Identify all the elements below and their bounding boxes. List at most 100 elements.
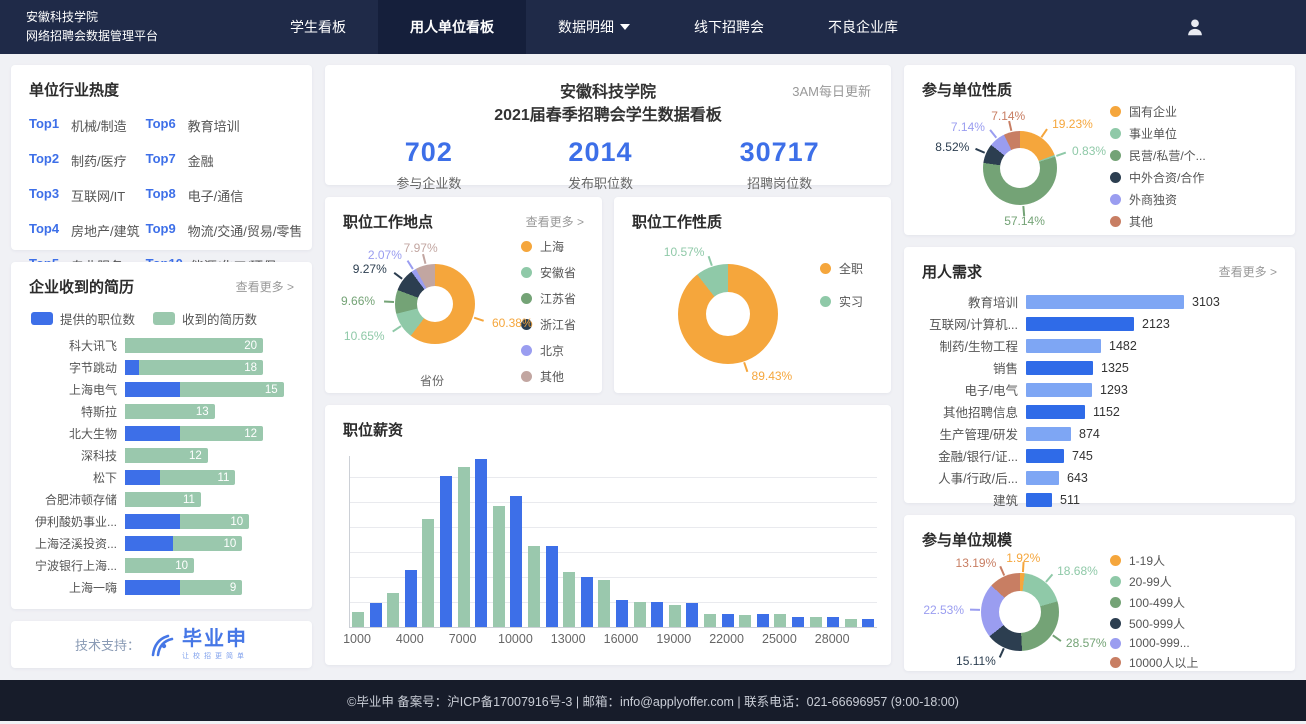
demand-category-label: 互联网/计算机... (922, 314, 1026, 333)
legend-item[interactable]: 500-999人 (1110, 615, 1277, 632)
histogram-bar[interactable] (616, 600, 628, 627)
received-resumes-segment: 18 (139, 360, 263, 375)
legend-item[interactable]: 民营/私营/个... (1110, 147, 1277, 164)
x-axis-tick-label: 7000 (449, 632, 477, 646)
job-location-more-link[interactable]: 查看更多 > (526, 213, 584, 230)
legend-item[interactable]: 北京 (521, 342, 584, 359)
stacked-bar[interactable]: 20 (125, 338, 263, 353)
job-nature-donut[interactable]: 89.43%10.57% (632, 234, 820, 386)
job-location-donut[interactable]: 60.38%10.65%9.66%9.27%2.07%7.97% (343, 234, 521, 372)
legend-item[interactable]: 1000-999... (1110, 636, 1277, 650)
demand-bar[interactable] (1026, 295, 1184, 309)
histogram-bar[interactable] (686, 603, 698, 627)
histogram-bar[interactable] (739, 615, 751, 627)
demand-bar[interactable] (1026, 361, 1093, 375)
histogram-bar[interactable] (651, 602, 663, 627)
stacked-bar[interactable]: 11 (125, 470, 235, 485)
histogram-bar[interactable] (546, 546, 558, 627)
histogram-bar[interactable] (370, 603, 382, 627)
stacked-bar[interactable]: 10 (125, 514, 249, 529)
nav-item[interactable]: 线下招聘会 (662, 0, 796, 54)
histogram-bar[interactable] (704, 614, 716, 627)
legend-item[interactable]: 上海 (521, 238, 584, 255)
legend-item[interactable]: 事业单位 (1110, 125, 1277, 142)
histogram-bar[interactable] (352, 612, 364, 627)
navbar: 安徽科技学院 网络招聘会数据管理平台 学生看板用人单位看板数据明细线下招聘会不良… (0, 0, 1306, 54)
stacked-bar[interactable]: 18 (125, 360, 263, 375)
legend-item[interactable]: 外商独资 (1110, 191, 1277, 208)
card-industry-heat: 单位行业热度 Top1机械/制造Top2制药/医疗Top3互联网/ITTop4房… (11, 65, 312, 250)
slice-percent-label: 22.53% (923, 603, 964, 617)
histogram-bar[interactable] (862, 619, 874, 627)
stacked-bar[interactable]: 10 (125, 536, 242, 551)
legend-item[interactable]: 20-99人 (1110, 573, 1277, 590)
org-size-donut[interactable]: 1.92%18.68%28.57%15.11%22.53%13.19% (922, 552, 1110, 670)
demand-bar[interactable] (1026, 339, 1101, 353)
nav-item[interactable]: 不良企业库 (796, 0, 930, 54)
legend-item[interactable]: 安徽省 (521, 264, 584, 281)
legend-item[interactable]: 实习 (820, 293, 873, 310)
nav-item[interactable]: 学生看板 (258, 0, 378, 54)
legend-item[interactable]: 收到的简历数 (153, 309, 257, 328)
demand-bar[interactable] (1026, 449, 1064, 463)
histogram-bar[interactable] (493, 506, 505, 627)
histogram-bar[interactable] (669, 605, 681, 627)
histogram-bar[interactable] (581, 577, 593, 627)
legend-item[interactable]: 中外合资/合作 (1110, 169, 1277, 186)
histogram-bar[interactable] (422, 519, 434, 627)
stacked-bar[interactable]: 12 (125, 448, 208, 463)
nav-item[interactable]: 数据明细 (526, 0, 662, 54)
histogram-bar[interactable] (458, 467, 470, 627)
histogram-bar[interactable] (774, 614, 786, 627)
salary-x-labels: 1000400070001000013000160001900022000250… (349, 628, 877, 646)
histogram-bar[interactable] (757, 614, 769, 627)
histogram-bar[interactable] (598, 580, 610, 627)
stacked-bar[interactable]: 10 (125, 558, 194, 573)
stacked-bar[interactable]: 9 (125, 580, 242, 595)
resumes-more-link[interactable]: 查看更多 > (236, 278, 294, 295)
demand-bar[interactable] (1026, 383, 1092, 397)
histogram-bar[interactable] (510, 496, 522, 627)
demand-more-link[interactable]: 查看更多 > (1219, 263, 1277, 280)
legend-item[interactable]: 全职 (820, 260, 873, 277)
stacked-bar[interactable]: 12 (125, 426, 263, 441)
histogram-bar[interactable] (792, 617, 804, 627)
histogram-bar[interactable] (387, 593, 399, 627)
stacked-bar[interactable]: 11 (125, 492, 201, 507)
salary-plot[interactable] (349, 456, 877, 628)
demand-bar[interactable] (1026, 427, 1071, 441)
histogram-bar[interactable] (810, 617, 822, 627)
histogram-bar[interactable] (563, 572, 575, 627)
demand-bar[interactable] (1026, 493, 1052, 507)
demand-bar[interactable] (1026, 317, 1134, 331)
stacked-bar-row: 上海电气15 (29, 382, 294, 397)
industry-name: 电子/通信 (188, 186, 244, 205)
histogram-bar[interactable] (634, 602, 646, 627)
demand-bar[interactable] (1026, 405, 1085, 419)
legend-label: 500-999人 (1129, 615, 1185, 632)
histogram-bar[interactable] (528, 546, 540, 627)
legend-item[interactable]: 其他 (1110, 213, 1277, 230)
histogram-bar[interactable] (440, 476, 452, 627)
nav-item[interactable]: 用人单位看板 (378, 0, 526, 54)
histogram-bar[interactable] (405, 570, 417, 627)
histogram-bar[interactable] (722, 614, 734, 627)
legend-dot (820, 296, 831, 307)
legend-item[interactable]: 10000人以上 (1110, 654, 1277, 671)
histogram-bar[interactable] (827, 617, 839, 627)
stacked-bar[interactable]: 15 (125, 382, 284, 397)
legend-item[interactable]: 国有企业 (1110, 103, 1277, 120)
histogram-bar[interactable] (475, 459, 487, 627)
legend-item[interactable]: 江苏省 (521, 290, 584, 307)
org-nature-donut[interactable]: 19.23%0.83%57.14%8.52%7.14%7.14% (922, 102, 1110, 230)
legend-item[interactable]: 其他 (521, 368, 584, 385)
user-account-icon[interactable] (1184, 16, 1206, 38)
legend-item[interactable]: 提供的职位数 (31, 309, 135, 328)
demand-bar[interactable] (1026, 471, 1059, 485)
stacked-bar[interactable]: 13 (125, 404, 215, 419)
industry-rank: Top4 (29, 221, 63, 240)
histogram-bar[interactable] (845, 619, 857, 627)
legend-item[interactable]: 1-19人 (1110, 552, 1277, 569)
legend-item[interactable]: 100-499人 (1110, 594, 1277, 611)
legend-label: 上海 (540, 238, 564, 255)
